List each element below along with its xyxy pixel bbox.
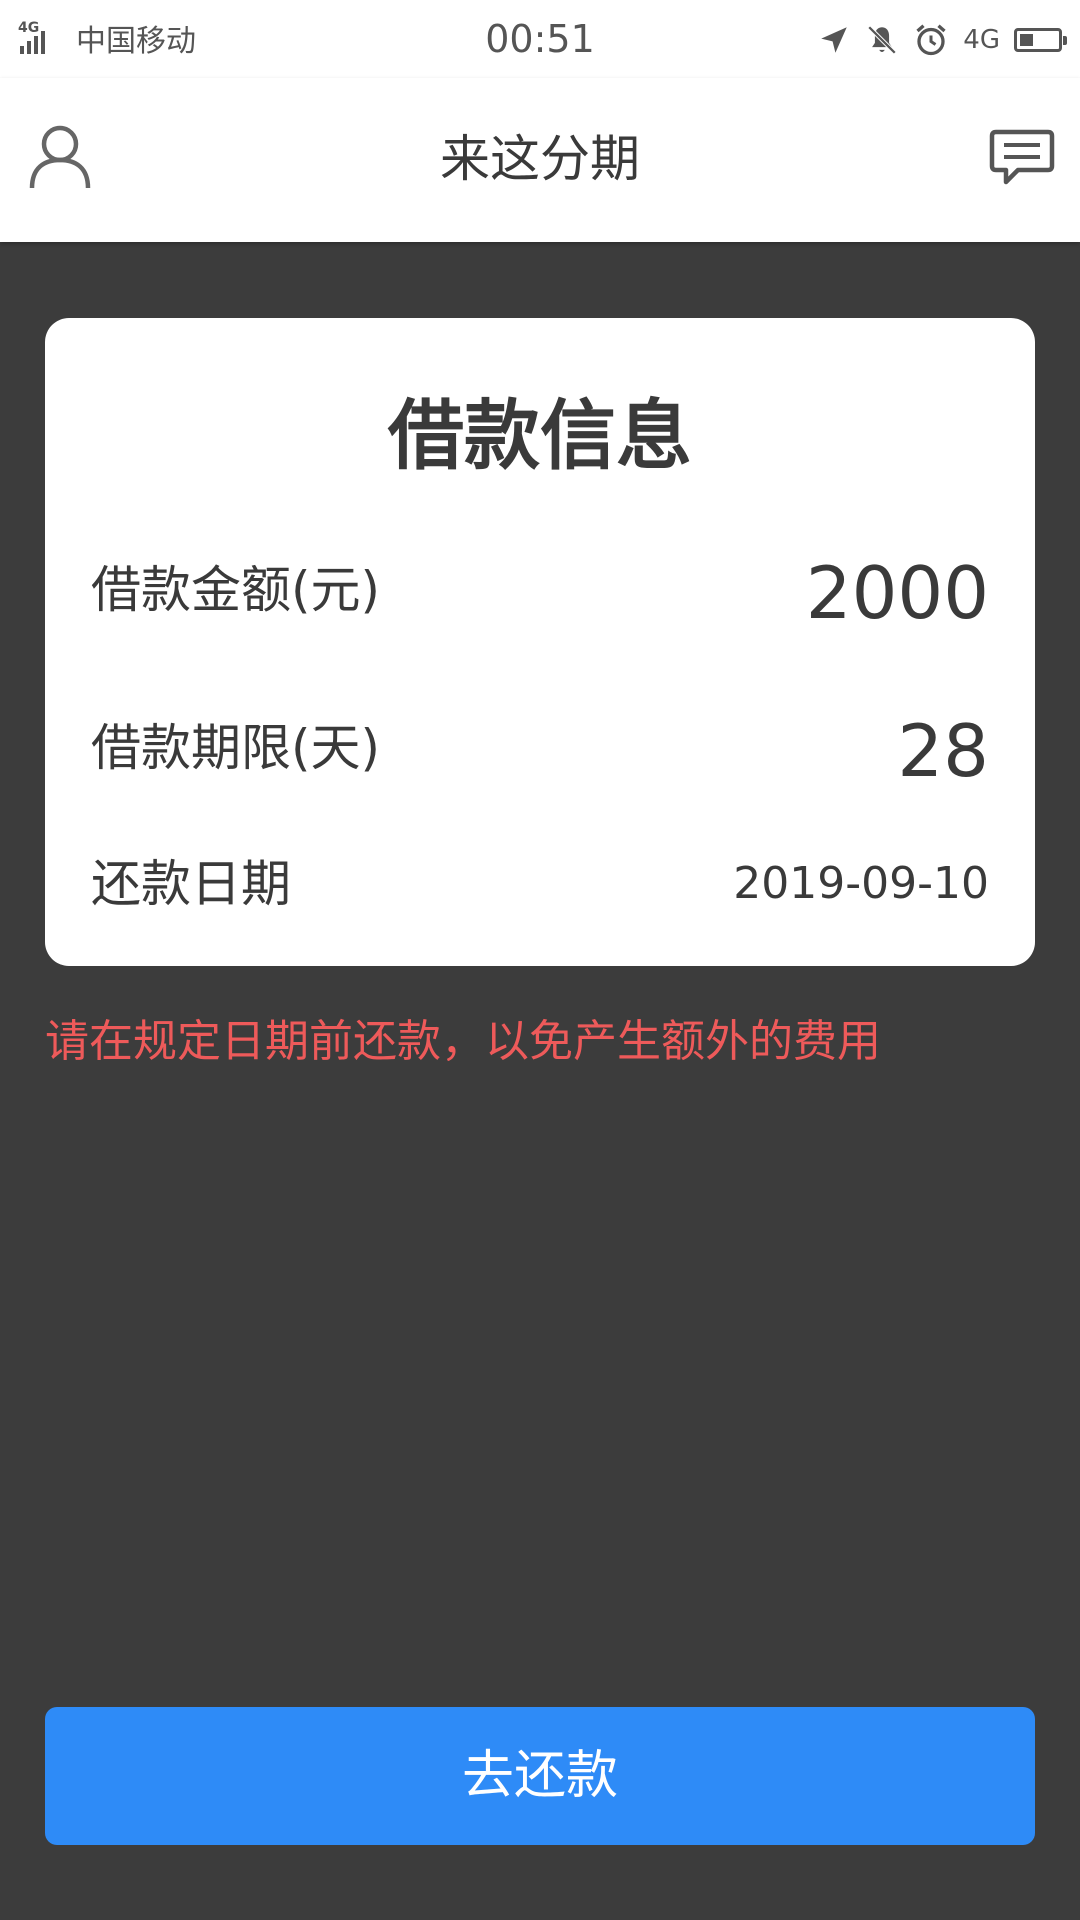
loan-amount-value: 2000 (805, 551, 989, 635)
loan-term-row: 借款期限(天) 28 (91, 698, 989, 798)
battery-level (1020, 34, 1033, 46)
bell-muted-icon (868, 25, 897, 55)
message-button[interactable] (988, 128, 1056, 190)
loan-info-title: 借款信息 (388, 391, 692, 480)
loan-amount-row: 借款金额(元) 2000 (91, 540, 989, 640)
repay-button[interactable]: 去还款 (45, 1707, 1035, 1845)
status-right: 4G (817, 18, 1067, 62)
loan-term-label: 借款期限(天) (91, 719, 381, 777)
battery-icon (1014, 28, 1067, 52)
data-network-label: 4G (963, 25, 1000, 55)
repayment-date-row: 还款日期 2019-09-10 (91, 834, 989, 934)
repayment-notice: 请在规定日期前还款，以免产生额外的费用 (45, 1016, 881, 1067)
message-icon (989, 129, 1055, 185)
loan-amount-label: 借款金额(元) (91, 561, 381, 619)
status-bar: 4G 中国移动 00:51 4G (0, 0, 1080, 78)
location-arrow-icon (821, 27, 848, 53)
repayment-date-value: 2019-09-10 (733, 858, 989, 909)
page-title: 来这分期 (440, 130, 640, 188)
app-bar: 来这分期 (0, 78, 1080, 242)
loan-info-card: 借款信息 借款金额(元) 2000 借款期限(天) 28 还款日期 2019-0… (45, 318, 1035, 966)
loan-term-value: 28 (897, 709, 989, 793)
alarm-clock-icon (916, 24, 946, 56)
repayment-date-label: 还款日期 (91, 855, 291, 913)
